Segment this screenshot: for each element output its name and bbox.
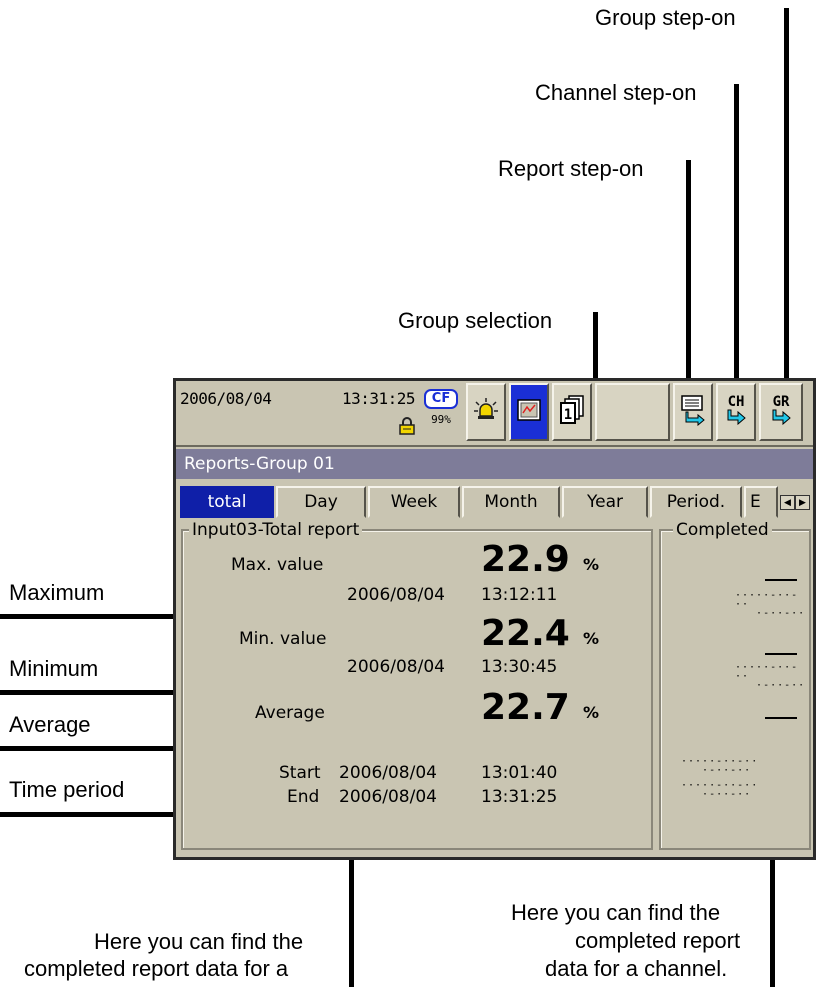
- end-time: 13:31:25: [481, 787, 558, 807]
- tab-e[interactable]: E: [744, 486, 778, 518]
- callout-average: Average: [9, 712, 91, 737]
- channel-step-on-button[interactable]: CH: [716, 383, 756, 441]
- tab-scroll-left-button[interactable]: ◀: [780, 495, 795, 510]
- completed-panel: Completed ·····-··-·· ·-··-·· ·····-··-·…: [659, 520, 811, 850]
- callout-channel-report-note-line-3: data for a channel.: [545, 956, 728, 981]
- report-tabs: total Day Week Month Year Period. E ◀ ▶: [176, 484, 813, 518]
- report-step-on-button[interactable]: [673, 383, 713, 441]
- group-number: 1: [564, 407, 572, 423]
- end-date: 2006/08/04: [339, 787, 437, 807]
- status-date: 2006/08/04: [180, 389, 272, 408]
- tab-day[interactable]: Day: [276, 486, 366, 518]
- report-display-icon: [517, 398, 541, 426]
- callout-group-report-note-line-1: Here you can find the: [94, 929, 304, 954]
- callout-maximum: Maximum: [9, 580, 105, 605]
- leader-group-selection: [593, 312, 598, 384]
- screen-title: Reports-Group 01: [176, 449, 813, 479]
- start-label: Start: [279, 763, 321, 783]
- completed-max-placeholder: [765, 579, 797, 581]
- channel-step-on-label: CH: [727, 393, 745, 410]
- group-step-on-label: GR: [772, 393, 790, 410]
- leader-report-step-on: [686, 160, 691, 384]
- cf-card-icon: CF: [424, 389, 458, 409]
- callout-time-period: Time period: [9, 777, 125, 802]
- callout-minimum: Minimum: [9, 656, 99, 681]
- group-selection-icon: 1: [559, 394, 585, 430]
- tab-month[interactable]: Month: [462, 486, 560, 518]
- alarm-button[interactable]: [466, 383, 506, 441]
- min-value: 22.4: [481, 613, 570, 654]
- callout-group-report-note-line-2: completed report data for a: [24, 956, 289, 981]
- memory-percent: 99%: [431, 413, 451, 426]
- tab-scroll-right-button[interactable]: ▶: [795, 495, 810, 510]
- tab-total[interactable]: total: [180, 486, 274, 518]
- average-unit: %: [583, 703, 600, 722]
- completed-end-placeholder: ·····-··-·· ·-··-··: [681, 780, 759, 800]
- report-screen: 2006/08/04 13:31:25 CF 99% 1 CH GR Repor…: [173, 378, 816, 860]
- completed-max-timestamp-placeholder: ·····-··-·· ·-··-··: [735, 590, 806, 619]
- min-value-date: 2006/08/04: [347, 657, 445, 677]
- group-selection-button[interactable]: 1: [552, 383, 592, 441]
- leader-channel-step-on: [734, 84, 739, 384]
- max-value-time: 13:12:11: [481, 585, 558, 605]
- start-time: 13:01:40: [481, 763, 558, 783]
- memory-indicator: CF 99%: [424, 389, 464, 437]
- start-date: 2006/08/04: [339, 763, 437, 783]
- callout-channel-report-note-line-2: completed report: [575, 928, 741, 953]
- tab-period[interactable]: Period.: [650, 486, 742, 518]
- completed-average-placeholder: [765, 717, 797, 719]
- alarm-icon: [473, 397, 499, 428]
- channel-step-on-icon: [725, 409, 747, 430]
- callout-group-selection: Group selection: [398, 308, 553, 333]
- status-bar: 2006/08/04 13:31:25 CF 99% 1 CH GR: [176, 381, 813, 447]
- callout-report-step-on: Report step-on: [498, 156, 644, 181]
- report-display-button[interactable]: [509, 383, 549, 441]
- callout-group-step-on: Group step-on: [595, 5, 736, 30]
- tab-year[interactable]: Year: [562, 486, 648, 518]
- average-label: Average: [255, 703, 325, 723]
- report-panel: Input03-Total report Max. value 22.9 % 2…: [181, 520, 653, 850]
- report-panel-title: Input03-Total report: [189, 520, 363, 540]
- completed-min-timestamp-placeholder: ·····-··-·· ·-··-··: [735, 662, 806, 691]
- callout-channel-step-on: Channel step-on: [535, 80, 697, 105]
- end-label: End: [287, 787, 320, 807]
- max-value-unit: %: [583, 555, 600, 574]
- callout-channel-report-note-line-1: Here you can find the: [511, 900, 721, 925]
- group-step-on-icon: [770, 409, 792, 430]
- tab-week[interactable]: Week: [368, 486, 460, 518]
- max-value-date: 2006/08/04: [347, 585, 445, 605]
- completed-panel-title: Completed: [673, 520, 772, 540]
- group-step-on-button[interactable]: GR: [759, 383, 803, 441]
- min-value-unit: %: [583, 629, 600, 648]
- max-value: 22.9: [481, 539, 570, 580]
- leader-group-step-on: [784, 8, 789, 384]
- status-time: 13:31:25: [342, 389, 416, 408]
- average-value: 22.7: [481, 687, 570, 728]
- max-value-label: Max. value: [231, 555, 324, 575]
- min-value-time: 13:30:45: [481, 657, 558, 677]
- lock-icon: [398, 417, 416, 435]
- completed-start-placeholder: ·····-··-·· ·-··-··: [681, 756, 759, 776]
- min-value-label: Min. value: [239, 629, 327, 649]
- completed-min-placeholder: [765, 653, 797, 655]
- report-step-on-icon: [679, 394, 707, 431]
- empty-button: [595, 383, 670, 441]
